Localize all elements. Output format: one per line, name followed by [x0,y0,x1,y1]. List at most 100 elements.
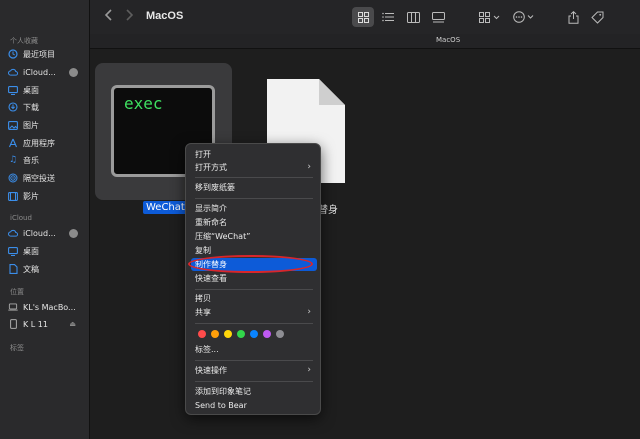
progress-icon [69,67,78,77]
gallery-icon [431,11,445,22]
menu-item-label: 快速查看 [195,274,227,283]
sidebar-item-pictures[interactable]: 图片 [8,117,88,133]
sidebar-item-label: 桌面 [23,85,39,95]
sidebar-item-label: 桌面 [23,246,39,256]
menu-item-get-info[interactable]: 显示简介 [191,202,317,215]
photo-icon [8,120,18,130]
sidebar-item-label: 音乐 [23,155,39,165]
menu-item-tags[interactable]: 标签... [191,343,317,356]
sidebar-item-downloads[interactable]: 下载 [8,99,88,115]
menu-item-copy[interactable]: 拷贝 [191,292,317,305]
menu-item-label: 快速操作 [195,366,227,375]
menu-item-open-with[interactable]: 打开方式 › [191,161,317,174]
download-icon [8,102,18,112]
action-button[interactable] [510,7,538,27]
sidebar-item-label: 文稿 [23,264,39,274]
ellipsis-circle-icon [513,11,534,23]
tag-color-blue[interactable] [250,330,258,338]
sidebar-item-documents[interactable]: 文稿 [8,261,88,277]
sidebar-item-phone[interactable]: K L 11 ⏏ [8,316,88,332]
menu-item-rename[interactable]: 重新命名 [191,216,317,229]
sidebar-item-label: 隔空投送 [23,173,55,183]
menu-item-compress[interactable]: 压缩“WeChat” [191,230,317,243]
menu-separator [195,289,313,290]
cloud-icon [8,67,18,77]
group-button[interactable] [475,7,505,27]
menu-item-quick-actions[interactable]: 快速操作 › [191,364,317,377]
sidebar-item-icloud-drive[interactable]: iCloud... [8,64,88,80]
tag-color-gray[interactable] [276,330,284,338]
sidebar-item-icloud-drive-2[interactable]: iCloud... [8,225,88,241]
sidebar-section-tags: 标签 [10,344,24,352]
progress-icon [69,228,78,238]
sidebar-item-recents[interactable]: 最近项目 [8,46,88,62]
sidebar-item-icloud-desktop[interactable]: 桌面 [8,243,88,259]
sidebar-item-macbook[interactable]: KL's MacBo... [8,299,88,315]
menu-separator [195,177,313,178]
menu-separator [195,198,313,199]
share-button[interactable] [563,7,583,27]
gallery-view-button[interactable] [427,7,449,27]
back-button[interactable] [104,9,114,25]
menu-item-label: 添加到印象笔记 [195,387,251,396]
chevron-right-icon: › [307,162,311,172]
tag-color-red[interactable] [198,330,206,338]
forward-button[interactable] [124,9,134,25]
menu-item-label: 复制 [195,246,211,255]
tag-color-picker [198,330,284,338]
menu-item-quick-look[interactable]: 快速查看 [191,272,317,285]
tag-color-yellow[interactable] [224,330,232,338]
toolbar: MacOS [90,0,640,34]
tag-color-green[interactable] [237,330,245,338]
window-title: MacOS [146,10,184,22]
sidebar-item-airdrop[interactable]: 隔空投送 [8,170,88,186]
document-icon [8,264,18,274]
list-view-button[interactable] [377,7,399,27]
sidebar-item-label: iCloud... [23,228,56,238]
sidebar-section-icloud: iCloud [10,214,32,222]
menu-item-move-to-trash[interactable]: 移到废纸篓 [191,181,317,194]
menu-separator [195,360,313,361]
sidebar-item-label: 应用程序 [23,138,55,148]
sidebar-item-applications[interactable]: 应用程序 [8,135,88,151]
column-view-button[interactable] [402,7,424,27]
icon-view-button[interactable] [352,7,374,27]
menu-separator [195,323,313,324]
eject-icon[interactable]: ⏏ [69,320,76,328]
exec-icon-text: exec [124,94,163,113]
columns-icon [406,11,420,23]
sidebar-item-label: 下载 [23,102,39,112]
laptop-icon [8,302,18,312]
file-label-alias[interactable]: 替身 [318,201,338,216]
tag-color-orange[interactable] [211,330,219,338]
share-icon [568,10,578,24]
chevron-right-icon: › [307,307,311,317]
phone-icon [8,319,18,329]
sidebar-item-label: K L 11 [23,319,48,329]
sidebar-item-movies[interactable]: 影片 [8,188,88,204]
sidebar-item-desktop[interactable]: 桌面 [8,82,88,98]
film-icon [8,191,18,201]
menu-item-open[interactable]: 打开 [191,148,317,161]
sidebar-section-locations: 位置 [10,288,24,296]
sidebar-section-favorites: 个人收藏 [10,37,38,45]
menu-item-label: Send to Bear [195,401,247,410]
annotation-circle [188,255,313,273]
sidebar-item-label: KL's MacBo... [23,302,76,312]
sidebar-item-label: 最近项目 [23,49,55,59]
tag-button[interactable] [587,7,607,27]
path-bar: MacOS [90,34,640,49]
menu-item-send-to-bear[interactable]: Send to Bear [191,399,317,412]
apps-icon [8,138,18,148]
sidebar-item-music[interactable]: ♫ 音乐 [8,152,88,168]
file-label-wechat[interactable]: WeChat [143,201,188,214]
menu-item-label: 打开 [195,150,211,159]
menu-item-label: 显示简介 [195,204,227,213]
chevron-right-icon: › [307,365,311,375]
tag-color-purple[interactable] [263,330,271,338]
desktop-icon [8,85,18,95]
menu-item-share[interactable]: 共享 › [191,306,317,319]
menu-item-add-to-evernote[interactable]: 添加到印象笔记 [191,385,317,398]
music-icon: ♫ [8,155,18,165]
sidebar: 个人收藏 最近项目 iCloud... 桌面 下载 图片 应用程序 ♫ 音乐 隔… [0,0,90,439]
